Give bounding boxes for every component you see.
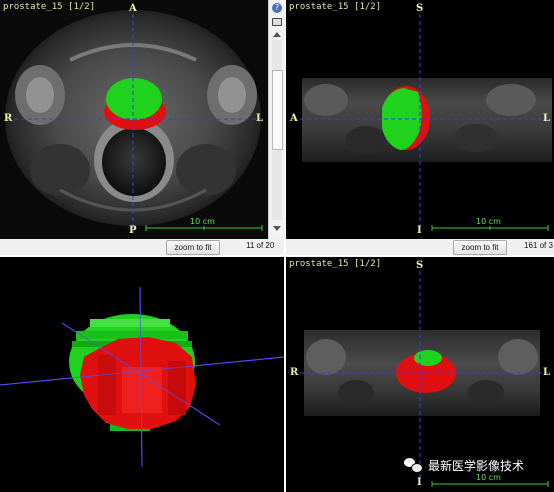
sagittal-orient-right: L [543,113,551,124]
coronal-orient-bottom: I [417,477,422,488]
sagittal-zoom-to-fit-button[interactable]: zoom to fit [453,240,507,255]
sagittal-view[interactable]: prostate_15 [1/2] S I A L 10 cm [286,0,554,239]
sagittal-slice-counter: 161 of 3 [524,241,553,250]
coronal-orient-right: L [543,367,551,378]
axial-view[interactable]: prostate_15 [1/2] A P R L 10 cm [0,0,268,239]
coronal-orient-top: S [416,260,424,271]
render3d-view[interactable] [0,257,284,492]
axial-orient-right: L [256,113,264,124]
sagittal-series-label: prostate_15 [1/2] [289,2,382,12]
axial-orient-top: A [129,3,137,14]
scroll-thumb[interactable] [272,70,283,150]
scroll-track[interactable] [272,40,283,220]
axial-zoom-to-fit-button[interactable]: zoom to fit [166,240,220,255]
sagittal-scale-label: 10 cm [476,217,501,226]
snapshot-icon[interactable] [272,18,282,26]
coronal-scale-label: 10 cm [476,473,501,482]
axial-image [0,0,268,239]
scroll-down-icon[interactable] [273,226,281,231]
axial-scrollbar[interactable]: ? [268,0,285,239]
axial-slice-counter: 11 of 20 [246,241,275,250]
axial-green-segment [106,78,162,120]
coronal-series-label: prostate_15 [1/2] [289,259,382,269]
axial-toolbar: zoom to fit 11 of 20 [0,239,284,255]
sagittal-orient-top: S [416,3,424,14]
sagittal-image [286,0,554,239]
sagittal-orient-left: A [290,113,298,124]
sagittal-toolbar: zoom to fit 161 of 3 [286,239,554,255]
axial-orient-left: R [4,113,13,124]
coronal-view[interactable]: prostate_15 [1/2] S I R L 10 cm 最新医学影像技术 [286,257,554,492]
help-icon[interactable]: ? [272,3,282,13]
scroll-up-icon[interactable] [273,32,281,37]
sagittal-orient-bottom: I [417,225,422,236]
axial-series-label: prostate_15 [1/2] [3,2,96,12]
coronal-green-segment [414,350,442,366]
watermark-text: 最新医学影像技术 [428,459,525,473]
coronal-orient-left: R [290,367,299,378]
wechat-icon [404,458,423,473]
render3d-image [0,257,284,492]
axial-orient-bottom: P [129,225,137,236]
axial-scale-label: 10 cm [190,217,215,226]
